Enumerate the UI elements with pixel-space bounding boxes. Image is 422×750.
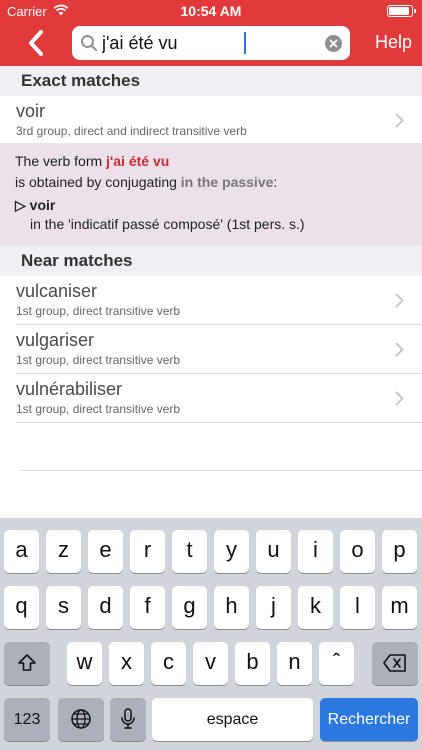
top-bar: Carrier 10:54 AM Help: [0, 0, 422, 66]
key-j[interactable]: j: [256, 586, 291, 629]
key-m[interactable]: m: [382, 586, 417, 629]
list-item[interactable]: vulgariser 1st group, direct transitive …: [0, 325, 422, 374]
list-item[interactable]: vulnérabiliser 1st group, direct transit…: [0, 374, 422, 423]
chevron-right-icon: [395, 391, 404, 406]
help-button[interactable]: Help: [375, 32, 412, 53]
key-p[interactable]: p: [382, 530, 417, 573]
voice-mode: in the passive: [180, 174, 274, 190]
key-i[interactable]: i: [298, 530, 333, 573]
key-c[interactable]: c: [151, 642, 186, 685]
text-cursor: [244, 32, 246, 54]
key-l[interactable]: l: [340, 586, 375, 629]
key-k[interactable]: k: [298, 586, 333, 629]
divider: [20, 470, 422, 471]
key-v[interactable]: v: [193, 642, 228, 685]
list-item[interactable]: voir 3rd group, direct and indirect tran…: [0, 96, 422, 145]
infinitive: voir: [29, 197, 56, 213]
verb-title: vulgariser: [16, 330, 95, 350]
key-r[interactable]: r: [130, 530, 165, 573]
verb-subtitle: 1st group, direct transitive verb: [16, 402, 181, 416]
section-header-near: Near matches: [0, 246, 422, 276]
microphone-icon: [121, 708, 135, 729]
divider: [16, 422, 422, 423]
verb-subtitle: 1st group, direct transitive verb: [16, 304, 181, 318]
key-e[interactable]: e: [88, 530, 123, 573]
list-item[interactable]: vulcaniser 1st group, direct transitive …: [0, 276, 422, 325]
verb-form: j'ai été vu: [106, 153, 170, 169]
backspace-key[interactable]: [372, 642, 418, 685]
back-button[interactable]: [22, 28, 52, 58]
space-key[interactable]: espace: [152, 698, 313, 741]
verb-title: vulcaniser: [16, 281, 98, 301]
triangle-bullet-icon: ▷: [15, 197, 26, 213]
key-s[interactable]: s: [46, 586, 81, 629]
shift-key[interactable]: [4, 642, 50, 685]
globe-key[interactable]: [58, 698, 104, 741]
info-line-form: The verb form j'ai été vu: [15, 153, 170, 169]
verb-title: voir: [16, 101, 46, 121]
numbers-key[interactable]: 123: [4, 698, 50, 741]
shift-icon: [18, 654, 36, 671]
key-g[interactable]: g: [172, 586, 207, 629]
search-key[interactable]: Rechercher: [320, 698, 418, 741]
search-input[interactable]: [102, 32, 312, 54]
verb-subtitle: 1st group, direct transitive verb: [16, 353, 181, 367]
key-n[interactable]: n: [277, 642, 312, 685]
key-t[interactable]: t: [172, 530, 207, 573]
key-y[interactable]: y: [214, 530, 249, 573]
clear-icon[interactable]: [325, 35, 342, 52]
key-b[interactable]: b: [235, 642, 270, 685]
clock: 10:54 AM: [180, 3, 242, 19]
search-bar[interactable]: [72, 26, 350, 60]
key-a[interactable]: a: [4, 530, 39, 573]
status-bar: Carrier 10:54 AM: [0, 0, 422, 22]
conjugation-info: The verb form j'ai été vu is obtained by…: [0, 143, 422, 246]
microphone-key[interactable]: [110, 698, 146, 741]
globe-icon: [71, 709, 91, 729]
key-f[interactable]: f: [130, 586, 165, 629]
info-line-tense: in the 'indicatif passé composé' (1st pe…: [30, 216, 305, 232]
key-d[interactable]: d: [88, 586, 123, 629]
key-u[interactable]: u: [256, 530, 291, 573]
search-icon: [81, 35, 97, 51]
key-circumflex[interactable]: ˆ: [319, 642, 354, 685]
key-z[interactable]: z: [46, 530, 81, 573]
key-o[interactable]: o: [340, 530, 375, 573]
backspace-icon: [383, 654, 406, 672]
chevron-right-icon: [395, 342, 404, 357]
key-w[interactable]: w: [67, 642, 102, 685]
chevron-right-icon: [395, 113, 404, 128]
info-line-verb: ▷ voir: [15, 197, 55, 214]
key-x[interactable]: x: [109, 642, 144, 685]
keyboard: a z e r t y u i o p q s d f g h j k l m …: [0, 518, 422, 750]
info-line-mode: is obtained by conjugating in the passiv…: [15, 174, 278, 190]
key-q[interactable]: q: [4, 586, 39, 629]
battery-icon: [387, 5, 416, 17]
verb-title: vulnérabiliser: [16, 379, 123, 399]
verb-subtitle: 3rd group, direct and indirect transitiv…: [16, 124, 247, 138]
chevron-right-icon: [395, 293, 404, 308]
key-h[interactable]: h: [214, 586, 249, 629]
section-header-exact: Exact matches: [0, 66, 422, 96]
